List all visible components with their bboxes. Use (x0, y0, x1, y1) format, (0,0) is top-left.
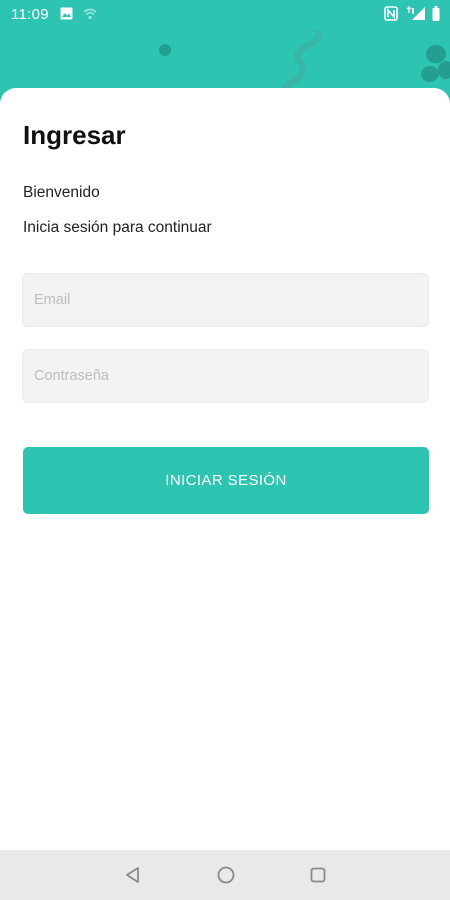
status-bar: 11:09 (0, 0, 450, 30)
welcome-text: Bienvenido (23, 184, 100, 201)
status-right-icons (384, 6, 440, 25)
login-button[interactable]: INICIAR SESIÓN (23, 447, 429, 514)
back-button[interactable] (122, 864, 144, 886)
home-button[interactable] (215, 864, 237, 886)
nfc-icon (384, 6, 398, 25)
email-field[interactable] (22, 273, 429, 327)
image-icon (60, 7, 73, 24)
battery-icon (432, 6, 440, 25)
signal-icon (404, 6, 426, 25)
status-left-icons (60, 7, 97, 24)
back-icon (126, 867, 139, 883)
password-field[interactable] (22, 349, 429, 403)
recents-icon (310, 867, 326, 883)
recents-button[interactable] (307, 864, 329, 886)
subtitle-text: Inicia sesión para continuar (23, 219, 212, 236)
hotspot-icon (83, 7, 97, 24)
home-icon (217, 866, 235, 884)
page-title: Ingresar (23, 120, 126, 150)
login-screen: 11:09 Ingresar Bienvenido Inicia sesión … (0, 0, 450, 900)
status-time: 11:09 (11, 6, 49, 23)
navigation-bar (0, 850, 450, 900)
